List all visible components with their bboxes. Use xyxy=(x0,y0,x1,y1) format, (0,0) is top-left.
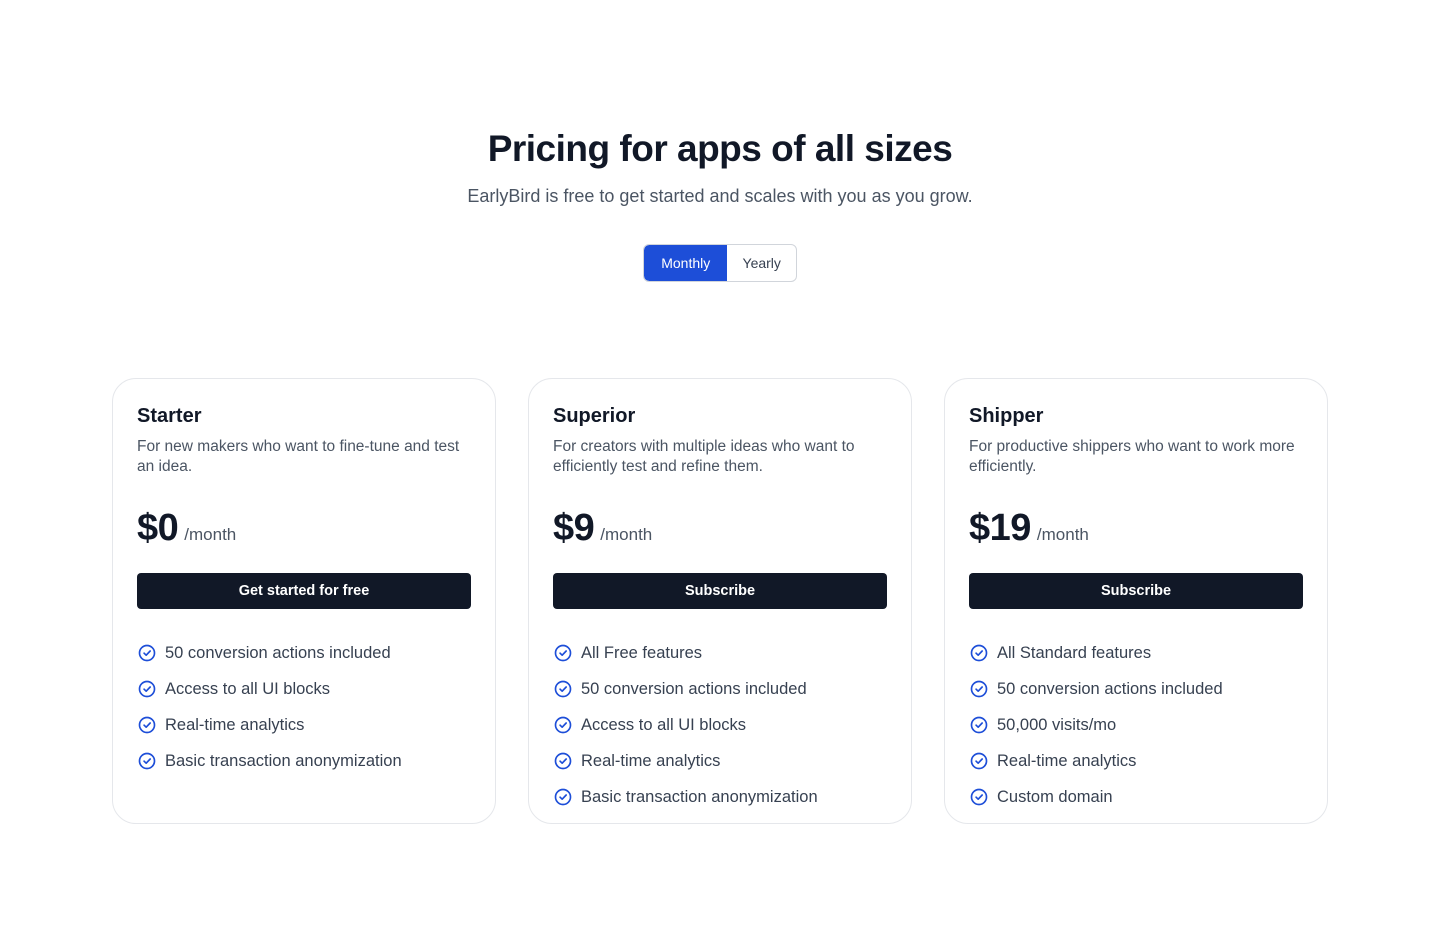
pricing-card-shipper: Shipper For productive shippers who want… xyxy=(944,378,1328,824)
feature-text: All Standard features xyxy=(997,643,1152,662)
plan-name: Starter xyxy=(137,405,202,427)
feature-text: Real-time analytics xyxy=(581,751,721,770)
feature-list: All Free features 50 conversion actions … xyxy=(553,635,887,815)
pricing-cards: Starter For new makers who want to fine-… xyxy=(112,378,1328,824)
feature-text: Basic transaction anonymization xyxy=(581,787,818,806)
feature-item: Real-time analytics xyxy=(137,707,471,743)
feature-item: 50 conversion actions included xyxy=(137,635,471,671)
feature-text: 50 conversion actions included xyxy=(581,679,807,698)
feature-text: 50,000 visits/mo xyxy=(997,715,1117,734)
feature-item: Basic transaction anonymization xyxy=(553,779,887,815)
check-circle-icon xyxy=(554,716,572,734)
plan-period: /month xyxy=(184,525,237,544)
page-subtitle: EarlyBird is free to get started and sca… xyxy=(467,186,973,206)
check-circle-icon xyxy=(970,752,988,770)
plan-cta-button[interactable]: Get started for free xyxy=(137,573,471,609)
feature-text: 50 conversion actions included xyxy=(165,643,391,662)
feature-text: Real-time analytics xyxy=(165,715,305,734)
feature-list: 50 conversion actions included Access to… xyxy=(137,635,471,779)
plan-price: $19 xyxy=(969,507,1031,549)
plan-description: For new makers who want to fine-tune and… xyxy=(137,438,460,475)
feature-item: Access to all UI blocks xyxy=(137,671,471,707)
plan-cta-button[interactable]: Subscribe xyxy=(969,573,1303,609)
check-circle-icon xyxy=(970,644,988,662)
check-circle-icon xyxy=(138,752,156,770)
price-row: $19 /month xyxy=(969,507,1303,555)
check-circle-icon xyxy=(554,788,572,806)
feature-text: Access to all UI blocks xyxy=(581,715,747,734)
plan-period: /month xyxy=(600,525,653,544)
feature-item: 50 conversion actions included xyxy=(969,671,1303,707)
feature-item: Real-time analytics xyxy=(969,743,1303,779)
feature-text: Basic transaction anonymization xyxy=(165,751,402,770)
check-circle-icon xyxy=(138,716,156,734)
feature-item: All Free features xyxy=(553,635,887,671)
feature-item: Custom domain xyxy=(969,779,1303,815)
check-circle-icon xyxy=(970,716,988,734)
page-title: Pricing for apps of all sizes xyxy=(487,128,953,169)
plan-cta-button[interactable]: Subscribe xyxy=(553,573,887,609)
check-circle-icon xyxy=(554,680,572,698)
feature-list: All Standard features 50 conversion acti… xyxy=(969,635,1303,815)
plan-price: $9 xyxy=(553,507,595,549)
feature-text: Access to all UI blocks xyxy=(165,679,331,698)
feature-item: 50,000 visits/mo xyxy=(969,707,1303,743)
feature-item: 50 conversion actions included xyxy=(553,671,887,707)
toggle-yearly[interactable]: Yearly xyxy=(727,245,796,281)
price-row: $9 /month xyxy=(553,507,887,555)
feature-item: All Standard features xyxy=(969,635,1303,671)
check-circle-icon xyxy=(138,680,156,698)
plan-name: Shipper xyxy=(969,405,1044,427)
feature-item: Basic transaction anonymization xyxy=(137,743,471,779)
check-circle-icon xyxy=(554,752,572,770)
check-circle-icon xyxy=(970,680,988,698)
pricing-header: Pricing for apps of all sizes EarlyBird … xyxy=(0,128,1440,208)
plan-description: For productive shippers who want to work… xyxy=(969,438,1295,475)
check-circle-icon xyxy=(554,644,572,662)
billing-toggle: Monthly Yearly xyxy=(643,244,797,282)
plan-name: Superior xyxy=(553,405,636,427)
feature-text: 50 conversion actions included xyxy=(997,679,1223,698)
feature-item: Real-time analytics xyxy=(553,743,887,779)
toggle-monthly[interactable]: Monthly xyxy=(644,245,728,281)
feature-text: Custom domain xyxy=(997,787,1113,806)
pricing-page: Pricing for apps of all sizes EarlyBird … xyxy=(0,0,1440,952)
feature-text: All Free features xyxy=(581,643,703,662)
price-row: $0 /month xyxy=(137,507,471,555)
plan-period: /month xyxy=(1036,525,1089,544)
pricing-card-starter: Starter For new makers who want to fine-… xyxy=(112,378,496,824)
plan-description: For creators with multiple ideas who wan… xyxy=(553,438,855,475)
feature-item: Access to all UI blocks xyxy=(553,707,887,743)
plan-price: $0 xyxy=(137,507,179,549)
check-circle-icon xyxy=(138,644,156,662)
pricing-card-superior: Superior For creators with multiple idea… xyxy=(528,378,912,824)
check-circle-icon xyxy=(970,788,988,806)
feature-text: Real-time analytics xyxy=(997,751,1137,770)
